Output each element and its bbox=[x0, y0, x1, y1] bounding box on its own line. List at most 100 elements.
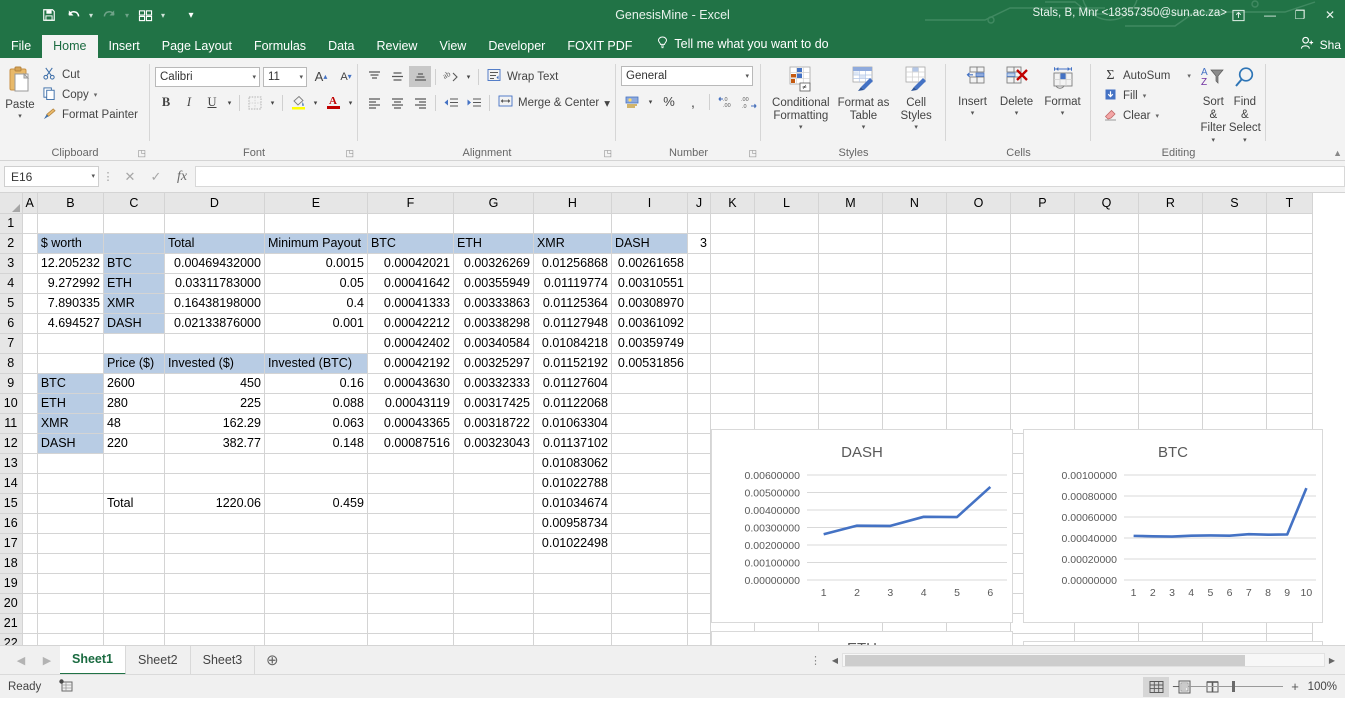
row-header-4[interactable]: 4 bbox=[0, 273, 23, 294]
column-header-l[interactable]: L bbox=[754, 193, 819, 214]
cell-Q4[interactable] bbox=[1074, 273, 1139, 294]
cell-T3[interactable] bbox=[1266, 253, 1313, 274]
cell-N3[interactable] bbox=[882, 253, 947, 274]
cell-F22[interactable] bbox=[367, 633, 454, 645]
cell-Q2[interactable] bbox=[1074, 233, 1139, 254]
cell-L9[interactable] bbox=[754, 373, 819, 394]
tab-review[interactable]: Review bbox=[365, 35, 428, 59]
eth-chart[interactable]: ETH 0.002800000.003000000.003200000.0034… bbox=[711, 631, 1013, 645]
row-header-11[interactable]: 11 bbox=[0, 413, 23, 434]
cell-P3[interactable] bbox=[1010, 253, 1075, 274]
cell-I2[interactable]: DASH bbox=[611, 233, 688, 254]
cell-G6[interactable]: 0.00338298 bbox=[453, 313, 534, 334]
cell-P8[interactable] bbox=[1010, 353, 1075, 374]
cell-T7[interactable] bbox=[1266, 333, 1313, 354]
cell-E20[interactable] bbox=[264, 593, 368, 614]
cell-I11[interactable] bbox=[611, 413, 688, 434]
cell-E16[interactable] bbox=[264, 513, 368, 534]
window-buttons[interactable]: — ❐ ✕ bbox=[1221, 0, 1345, 30]
cell-M3[interactable] bbox=[818, 253, 883, 274]
cell-E14[interactable] bbox=[264, 473, 368, 494]
cell-E6[interactable]: 0.001 bbox=[264, 313, 368, 334]
column-header-j[interactable]: J bbox=[687, 193, 711, 214]
column-header-o[interactable]: O bbox=[946, 193, 1011, 214]
cell-N10[interactable] bbox=[882, 393, 947, 414]
minimize-button[interactable]: — bbox=[1255, 0, 1285, 30]
cell-T2[interactable] bbox=[1266, 233, 1313, 254]
cell-G11[interactable]: 0.00318722 bbox=[453, 413, 534, 434]
column-header-n[interactable]: N bbox=[882, 193, 947, 214]
cell-D4[interactable]: 0.03311783000 bbox=[164, 273, 265, 294]
cell-G1[interactable] bbox=[453, 213, 534, 234]
cell-M6[interactable] bbox=[818, 313, 883, 334]
sort-filter-caret[interactable]: ▾ bbox=[1212, 136, 1216, 144]
tab-foxit-pdf[interactable]: FOXIT PDF bbox=[556, 35, 643, 59]
cell-F15[interactable] bbox=[367, 493, 454, 514]
cell-C5[interactable]: XMR bbox=[103, 293, 165, 314]
ribbon-tab-bar[interactable]: File Home Insert Page Layout Formulas Da… bbox=[0, 30, 1345, 58]
cell-T8[interactable] bbox=[1266, 353, 1313, 374]
cell-C17[interactable] bbox=[103, 533, 165, 554]
btc-chart[interactable]: BTC 0.00000000 0.00020000 0.00040000 0.0006… bbox=[1023, 429, 1323, 623]
tab-data[interactable]: Data bbox=[317, 35, 365, 59]
column-header-c[interactable]: C bbox=[103, 193, 165, 214]
cell-G10[interactable]: 0.00317425 bbox=[453, 393, 534, 414]
cell-J11[interactable] bbox=[687, 413, 711, 434]
cell-O5[interactable] bbox=[946, 293, 1011, 314]
cell-A8[interactable] bbox=[22, 353, 38, 374]
row-header-12[interactable]: 12 bbox=[0, 433, 23, 454]
row-header-1[interactable]: 1 bbox=[0, 213, 23, 234]
wrap-text-button[interactable]: Wrap Text bbox=[483, 67, 562, 86]
column-header-a[interactable]: A bbox=[22, 193, 38, 214]
cell-G21[interactable] bbox=[453, 613, 534, 634]
cell-T5[interactable] bbox=[1266, 293, 1313, 314]
column-header-p[interactable]: P bbox=[1010, 193, 1075, 214]
cell-T6[interactable] bbox=[1266, 313, 1313, 334]
cell-H3[interactable]: 0.01256868 bbox=[533, 253, 612, 274]
cell-C19[interactable] bbox=[103, 573, 165, 594]
cell-E7[interactable] bbox=[264, 333, 368, 354]
cell-O2[interactable] bbox=[946, 233, 1011, 254]
cell-F10[interactable]: 0.00043119 bbox=[367, 393, 454, 414]
cell-H14[interactable]: 0.01022788 bbox=[533, 473, 612, 494]
cell-N5[interactable] bbox=[882, 293, 947, 314]
cell-Q6[interactable] bbox=[1074, 313, 1139, 334]
cell-M4[interactable] bbox=[818, 273, 883, 294]
cell-D14[interactable] bbox=[164, 473, 265, 494]
clear-button[interactable]: Clear ▾ bbox=[1100, 107, 1194, 125]
cell-B5[interactable]: 7.890335 bbox=[37, 293, 104, 314]
cell-E12[interactable]: 0.148 bbox=[264, 433, 368, 454]
cell-D1[interactable] bbox=[164, 213, 265, 234]
cell-E2[interactable]: Minimum Payout bbox=[264, 233, 368, 254]
accounting-caret[interactable]: ▾ bbox=[645, 91, 656, 112]
cell-B17[interactable] bbox=[37, 533, 104, 554]
cell-O9[interactable] bbox=[946, 373, 1011, 394]
cell-F18[interactable] bbox=[367, 553, 454, 574]
cell-C9[interactable]: 2600 bbox=[103, 373, 165, 394]
cell-I20[interactable] bbox=[611, 593, 688, 614]
cell-I5[interactable]: 0.00308970 bbox=[611, 293, 688, 314]
column-header-m[interactable]: M bbox=[818, 193, 883, 214]
cell-J5[interactable] bbox=[687, 293, 711, 314]
cell-I22[interactable] bbox=[611, 633, 688, 645]
cell-K1[interactable] bbox=[710, 213, 755, 234]
cell-S9[interactable] bbox=[1202, 373, 1267, 394]
cell-D9[interactable]: 450 bbox=[164, 373, 265, 394]
cell-A18[interactable] bbox=[22, 553, 38, 574]
cell-S1[interactable] bbox=[1202, 213, 1267, 234]
cell-E13[interactable] bbox=[264, 453, 368, 474]
cell-J8[interactable] bbox=[687, 353, 711, 374]
cell-I8[interactable]: 0.00531856 bbox=[611, 353, 688, 374]
cell-P9[interactable] bbox=[1010, 373, 1075, 394]
align-top-icon[interactable] bbox=[363, 66, 385, 87]
cell-G3[interactable]: 0.00326269 bbox=[453, 253, 534, 274]
cell-C6[interactable]: DASH bbox=[103, 313, 165, 334]
cell-F17[interactable] bbox=[367, 533, 454, 554]
cell-J18[interactable] bbox=[687, 553, 711, 574]
cell-C13[interactable] bbox=[103, 453, 165, 474]
row-header-2[interactable]: 2 bbox=[0, 233, 23, 254]
cell-K5[interactable] bbox=[710, 293, 755, 314]
cell-R7[interactable] bbox=[1138, 333, 1203, 354]
clear-caret[interactable]: ▾ bbox=[1155, 112, 1159, 120]
cell-L5[interactable] bbox=[754, 293, 819, 314]
